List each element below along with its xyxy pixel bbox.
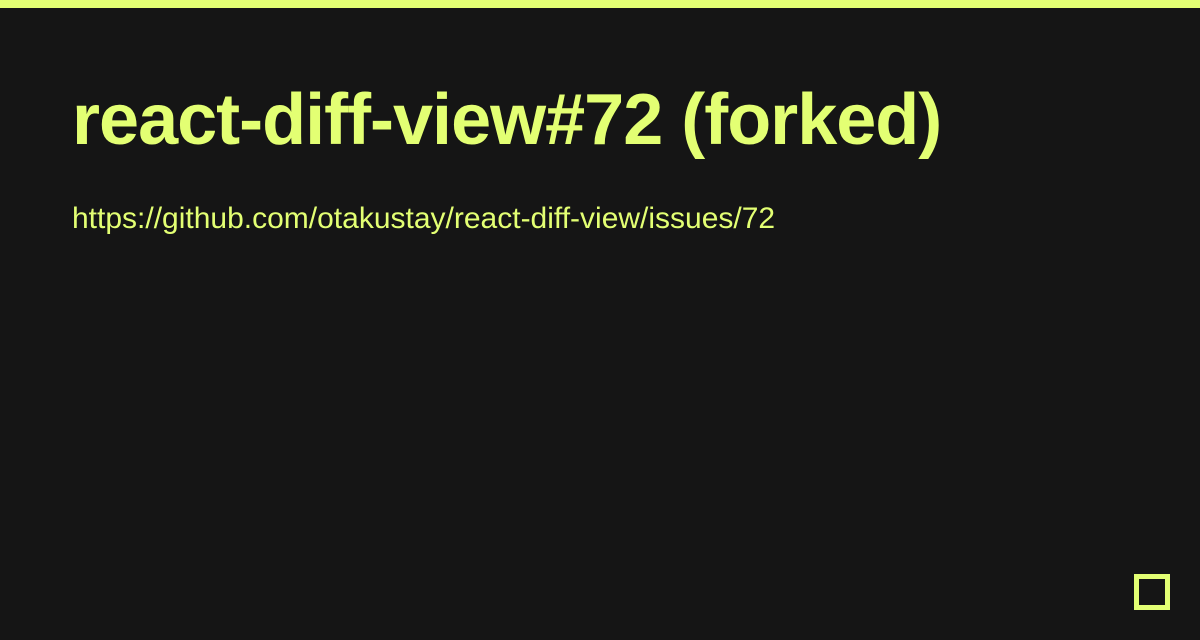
- codesandbox-logo-icon: [1134, 574, 1170, 610]
- source-url: https://github.com/otakustay/react-diff-…: [72, 199, 832, 240]
- main-content: react-diff-view#72 (forked) https://gith…: [0, 8, 1200, 239]
- accent-top-bar: [0, 0, 1200, 8]
- page-title: react-diff-view#72 (forked): [72, 80, 972, 161]
